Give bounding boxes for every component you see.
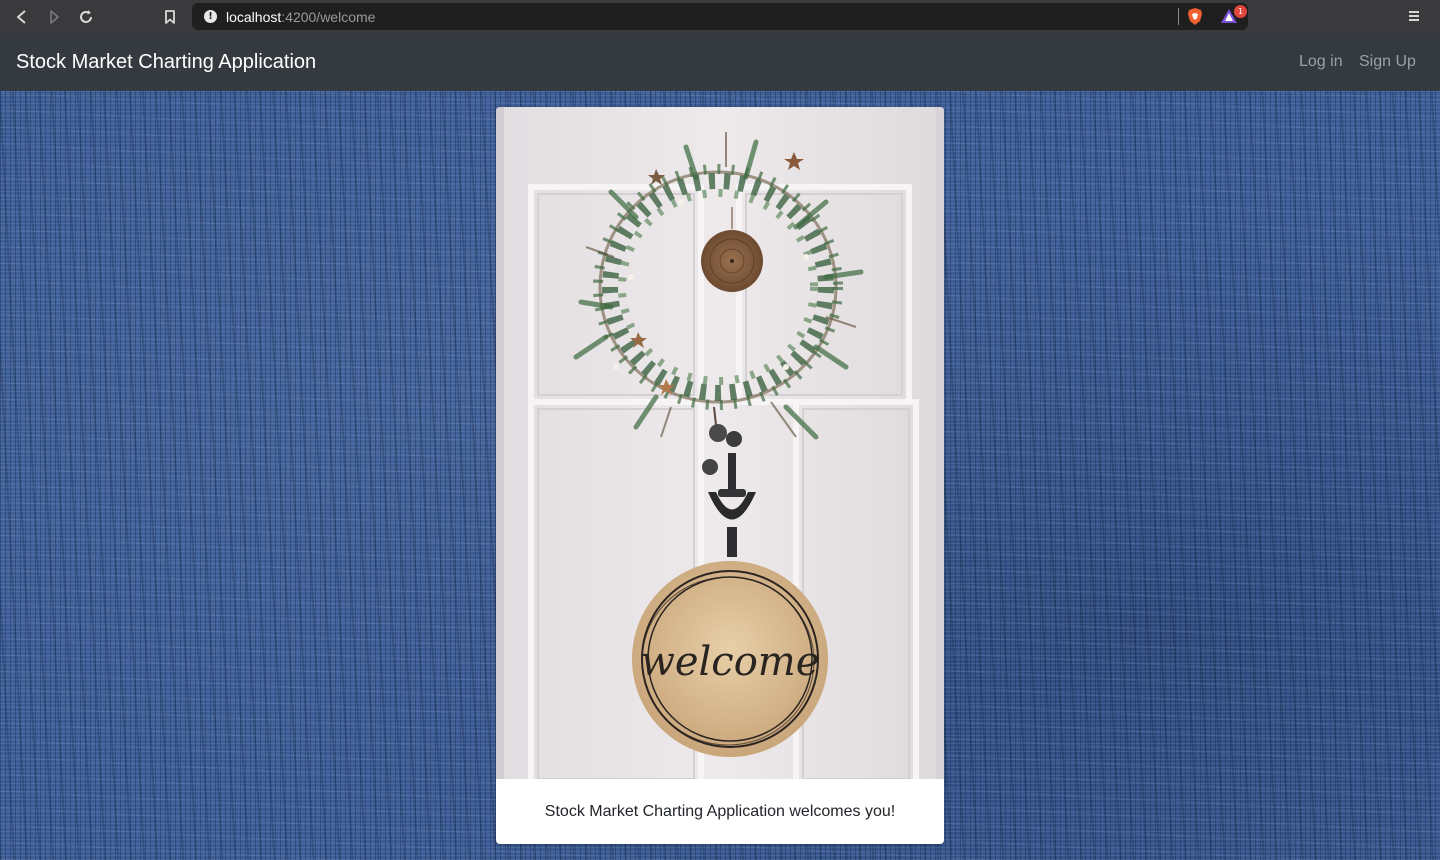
welcome-card: welcome Stock Market Charting Applicatio…	[496, 107, 944, 844]
signup-link[interactable]: Sign Up	[1359, 53, 1416, 71]
url-divider	[1178, 8, 1179, 25]
menu-icon[interactable]	[1408, 8, 1420, 29]
welcome-sign-text: welcome	[641, 639, 820, 685]
forward-icon[interactable]	[43, 6, 65, 28]
url-text: localhost:4200/welcome	[226, 9, 376, 25]
app-navbar: Stock Market Charting Application Log in…	[0, 33, 1440, 91]
browser-toolbar: ! localhost:4200/welcome 1	[0, 0, 1440, 33]
rewards-badge: 1	[1234, 5, 1247, 18]
reload-icon[interactable]	[75, 6, 97, 28]
login-link[interactable]: Log in	[1299, 53, 1343, 71]
back-icon[interactable]	[11, 6, 33, 28]
welcome-caption: Stock Market Charting Application welcom…	[544, 802, 896, 820]
brave-shield-icon[interactable]	[1186, 7, 1204, 31]
card-footer: Stock Market Charting Application welcom…	[496, 779, 944, 844]
bookmark-icon[interactable]	[159, 6, 181, 28]
address-bar[interactable]: ! localhost:4200/welcome 1	[192, 3, 1248, 30]
brand-link[interactable]: Stock Market Charting Application	[16, 51, 316, 74]
site-info-icon[interactable]: !	[204, 10, 217, 23]
welcome-door-image: welcome	[496, 107, 944, 779]
